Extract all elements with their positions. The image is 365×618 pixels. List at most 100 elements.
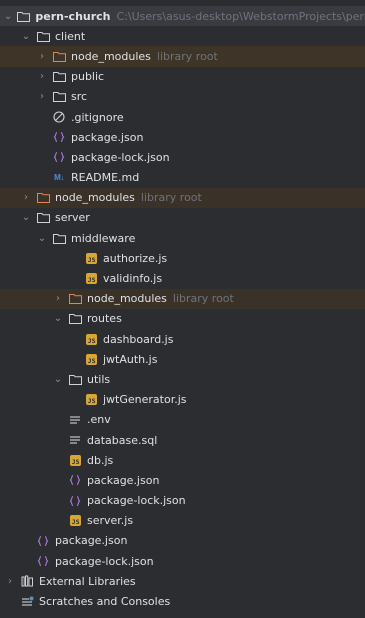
javascript-file-icon: JS [84,332,98,346]
chevron-down-icon[interactable]: ⌄ [20,212,32,223]
json-icon [52,150,66,164]
javascript-file-icon: JS [84,393,98,407]
env-label: .env [87,413,111,427]
markdown-badge: M↓ [54,173,64,183]
javascript-file-icon: JS [68,453,82,467]
chevron-down-icon[interactable]: ⌄ [4,11,12,22]
tree-row-validinfo-js[interactable]: JS validinfo.js [0,268,365,288]
js-badge: JS [85,353,97,365]
js-badge: JS [69,454,81,466]
utils-label: utils [87,372,111,386]
chevron-right-icon[interactable]: › [36,51,48,62]
tree-row-jwtgenerator-js[interactable]: JS jwtGenerator.js [0,390,365,410]
javascript-file-icon: JS [68,514,82,528]
tree-row-db-js[interactable]: JS db.js [0,450,365,470]
project-tree: ⌄ pern-church C:\Users\asus-desktop\Webs… [0,0,365,612]
js-badge: JS [85,273,97,285]
chevron-right-icon[interactable]: › [4,576,16,587]
chevron-right-icon[interactable]: › [52,293,64,304]
database-sql-label: database.sql [87,433,158,447]
scratches-icon [20,595,34,609]
chevron-down-icon[interactable]: ⌄ [52,374,64,385]
json-icon [36,554,50,568]
server-label: server [55,211,90,225]
readme-label: README.md [71,171,140,185]
json-icon [36,534,50,548]
routes-label: routes [87,312,122,326]
tree-row-server-package-lock[interactable]: package-lock.json [0,491,365,511]
tree-row-external-libraries[interactable]: › External Libraries [0,571,365,591]
markdown-icon: M↓ [52,171,66,185]
server-node-modules-label: node_modules [87,292,167,306]
folder-icon [68,372,82,386]
db-js-label: db.js [87,453,114,467]
server-js-label: server.js [87,514,134,528]
tree-row-root-node-modules[interactable]: › node_modules library root [0,187,365,208]
chevron-down-icon[interactable]: ⌄ [20,31,32,42]
tree-row-routes[interactable]: ⌄ routes [0,309,365,329]
server-package-lock-label: package-lock.json [87,494,186,508]
tree-row-middleware[interactable]: ⌄ middleware [0,228,365,248]
json-icon [52,130,66,144]
scratches-label: Scratches and Consoles [39,595,171,609]
js-badge: JS [85,394,97,406]
gitignore-label: .gitignore [71,110,124,124]
folder-icon [68,312,82,326]
client-label: client [55,29,86,43]
js-badge: JS [85,333,97,345]
javascript-file-icon: JS [84,251,98,265]
library-root-hint: library root [140,191,202,205]
root-path: C:\Users\asus-desktop\WebstormProjects\p… [116,9,365,23]
tree-row-dashboard-js[interactable]: JS dashboard.js [0,329,365,349]
authorize-js-label: authorize.js [103,251,168,265]
tree-row-root-package-lock[interactable]: package-lock.json [0,551,365,571]
tree-row-root-package-json[interactable]: package.json [0,531,365,551]
middleware-label: middleware [71,231,136,245]
tree-row-utils[interactable]: ⌄ utils [0,369,365,389]
root-package-json-label: package.json [55,534,128,548]
tree-row-readme[interactable]: M↓ README.md [0,168,365,188]
tree-row-client-package-json[interactable]: package.json [0,127,365,147]
validinfo-js-label: validinfo.js [103,272,163,286]
public-label: public [71,70,105,84]
jwtauth-js-label: jwtAuth.js [103,352,158,366]
dashboard-js-label: dashboard.js [103,332,174,346]
tree-row-authorize-js[interactable]: JS authorize.js [0,248,365,268]
json-icon [68,494,82,508]
tree-row-server-package-json[interactable]: package.json [0,470,365,490]
js-badge: JS [69,515,81,527]
tree-row-jwtauth-js[interactable]: JS jwtAuth.js [0,349,365,369]
client-package-json-label: package.json [71,130,144,144]
excluded-folder-icon [68,292,82,306]
tree-row-scratches[interactable]: Scratches and Consoles [0,591,365,611]
client-node-modules-label: node_modules [71,49,151,63]
chevron-down-icon[interactable]: ⌄ [36,233,48,244]
tree-row-server-js[interactable]: JS server.js [0,511,365,531]
tree-row-public[interactable]: › public [0,67,365,87]
client-package-lock-label: package-lock.json [71,150,170,164]
folder-icon [36,29,50,43]
chevron-right-icon[interactable]: › [36,91,48,102]
jwtgenerator-js-label: jwtGenerator.js [103,393,187,407]
tree-row-root[interactable]: ⌄ pern-church C:\Users\asus-desktop\Webs… [0,6,365,27]
tree-row-server-node-modules[interactable]: › node_modules library root [0,288,365,309]
tree-row-client-package-lock[interactable]: package-lock.json [0,147,365,167]
tree-row-client[interactable]: ⌄ client [0,26,365,46]
root-node-modules-label: node_modules [55,191,135,205]
tree-row-gitignore[interactable]: .gitignore [0,107,365,127]
tree-row-server[interactable]: ⌄ server [0,208,365,228]
chevron-down-icon[interactable]: ⌄ [52,313,64,324]
tree-row-database-sql[interactable]: database.sql [0,430,365,450]
folder-icon [52,70,66,84]
chevron-right-icon[interactable]: › [20,192,32,203]
tree-row-env[interactable]: .env [0,410,365,430]
json-icon [68,473,82,487]
text-file-icon [68,433,82,447]
tree-row-src[interactable]: › src [0,87,365,107]
library-root-hint: library root [172,292,234,306]
folder-icon [16,9,30,23]
tree-row-client-node-modules[interactable]: › node_modules library root [0,46,365,67]
folder-icon [52,90,66,104]
chevron-right-icon[interactable]: › [36,71,48,82]
folder-icon [36,211,50,225]
